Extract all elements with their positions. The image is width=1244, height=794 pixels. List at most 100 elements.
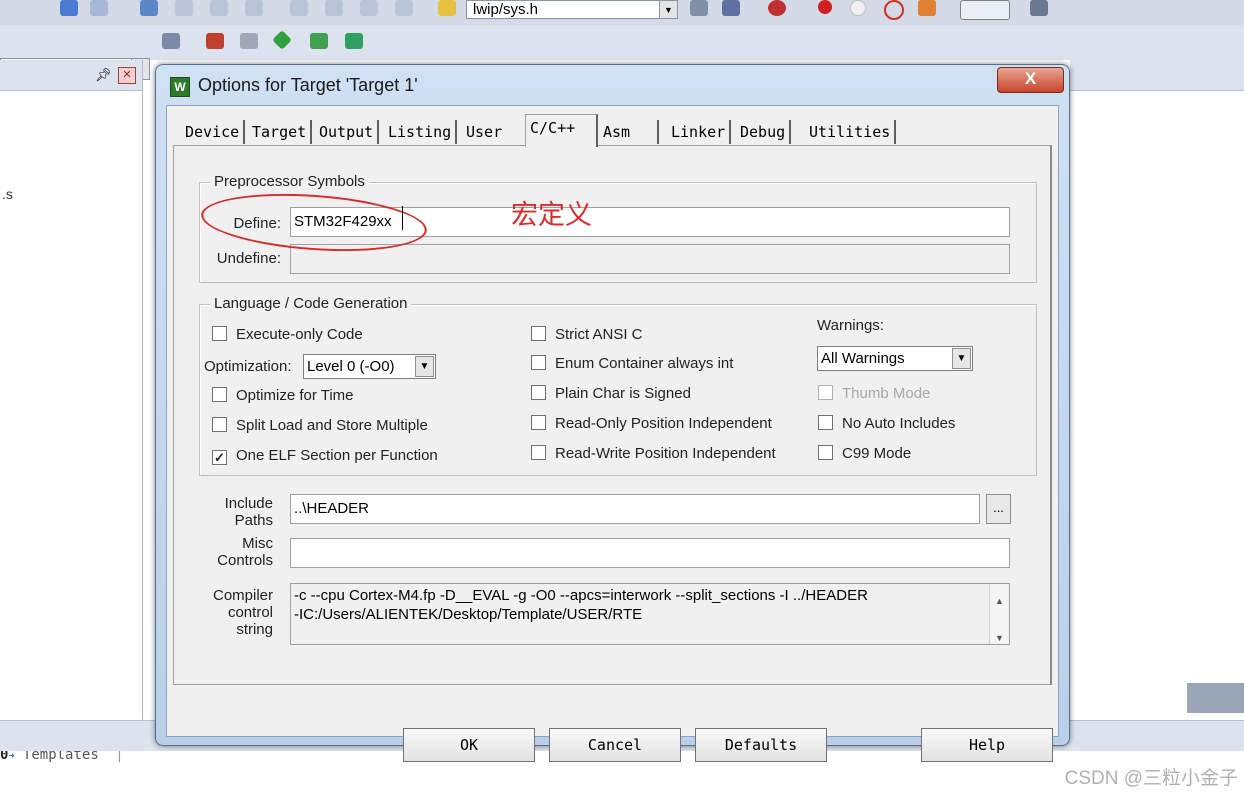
misc-controls-label-line2: Controls — [217, 552, 273, 569]
include-paths-label: Include Paths — [204, 495, 273, 529]
execute-only-checkbox[interactable] — [212, 326, 227, 341]
rw-pos-label: Read-Write Position Independent — [555, 445, 776, 462]
scroll-down-icon[interactable]: ▼ — [990, 629, 1009, 644]
select-packs-icon[interactable] — [272, 30, 292, 50]
forward-icon[interactable] — [90, 0, 108, 16]
optimize-time-checkbox[interactable] — [212, 387, 227, 402]
breakpoint-disabled-icon[interactable] — [850, 0, 866, 16]
ro-pos-checkbox-row[interactable]: Read-Only Position Independent — [531, 415, 772, 433]
close-button[interactable]: X — [997, 67, 1064, 93]
help-button[interactable]: Help — [921, 728, 1053, 762]
optimization-select[interactable]: Level 0 (-O0) ▼ — [303, 354, 436, 379]
manage-packs-icon[interactable] — [240, 33, 258, 49]
ok-button[interactable]: OK — [403, 728, 535, 762]
one-elf-checkbox[interactable]: ✓ — [212, 450, 227, 465]
plain-char-label: Plain Char is Signed — [555, 385, 691, 402]
back-icon[interactable] — [60, 0, 78, 16]
define-field[interactable]: STM32F429xx — [290, 207, 1010, 237]
one-elf-checkbox-row[interactable]: ✓ One ELF Section per Function — [212, 447, 438, 465]
breakpoint-kill-icon[interactable] — [884, 0, 904, 20]
defaults-button[interactable]: Defaults — [695, 728, 827, 762]
compiler-string-label-line1: Compiler — [212, 587, 273, 604]
editor-area — [1070, 60, 1244, 720]
keyboard-icon[interactable] — [1187, 683, 1244, 713]
debug-session-icon[interactable] — [768, 0, 786, 16]
indent-icon[interactable] — [290, 0, 308, 16]
tab-asm[interactable]: Asm — [599, 120, 659, 144]
tab-listing[interactable]: Listing — [384, 120, 458, 144]
scroll-up-icon[interactable]: ▲ — [990, 592, 1009, 611]
enum-container-label: Enum Container always int — [555, 355, 734, 372]
compiler-string-line2: -IC:/Users/ALIENTEK/Desktop/Template/USE… — [294, 606, 643, 623]
split-load-checkbox-row[interactable]: Split Load and Store Multiple — [212, 417, 428, 435]
compiler-string-label-line3: string — [236, 621, 273, 638]
tab-debug[interactable]: Debug — [736, 120, 792, 144]
compiler-string-scrollbar[interactable]: ▲ ▼ — [989, 584, 1009, 644]
warnings-select[interactable]: All Warnings ▼ — [817, 346, 973, 371]
strict-ansi-checkbox-row[interactable]: Strict ANSI C — [531, 326, 643, 344]
unindent-icon[interactable] — [325, 0, 343, 16]
tab-user[interactable]: User — [462, 120, 506, 144]
pack-installer-icon[interactable] — [345, 33, 363, 49]
manage-project-icon[interactable] — [206, 33, 224, 49]
comment-icon[interactable] — [360, 0, 378, 16]
incremental-find-icon[interactable] — [690, 0, 708, 16]
chevron-down-icon[interactable]: ▼ — [659, 1, 677, 18]
bookmark-clear-icon[interactable] — [245, 0, 263, 16]
include-paths-field[interactable]: ..\HEADER — [290, 494, 980, 524]
window-layout-icon[interactable] — [960, 0, 1010, 20]
split-load-checkbox[interactable] — [212, 417, 227, 432]
options-dialog: W Options for Target 'Target 1' X Device… — [155, 64, 1070, 762]
plain-char-checkbox[interactable] — [531, 385, 546, 400]
breakpoint-kill-all-icon[interactable] — [918, 0, 936, 16]
tab-linker[interactable]: Linker — [667, 120, 732, 144]
rw-pos-checkbox-row[interactable]: Read-Write Position Independent — [531, 445, 776, 463]
compiler-string-box[interactable]: -c --cpu Cortex-M4.fp -D__EVAL -g -O0 --… — [290, 583, 1010, 645]
ro-pos-checkbox[interactable] — [531, 415, 546, 430]
rw-pos-checkbox[interactable] — [531, 445, 546, 460]
undefine-field[interactable] — [290, 244, 1010, 274]
uncomment-icon[interactable] — [395, 0, 413, 16]
no-auto-includes-checkbox-row[interactable]: No Auto Includes — [818, 415, 955, 433]
chevron-down-icon[interactable]: ▼ — [952, 348, 971, 369]
tab-c-cpp[interactable]: C/C++ — [525, 114, 598, 147]
tab-utilities[interactable]: Utilities — [805, 120, 897, 144]
plain-char-checkbox-row[interactable]: Plain Char is Signed — [531, 385, 691, 403]
find-in-files-icon[interactable] — [438, 0, 456, 16]
misc-controls-field[interactable] — [290, 538, 1010, 568]
project-panel: 📌︎ ✕ .s 0➜ Templates | — [0, 60, 143, 763]
breakpoint-icon[interactable] — [818, 0, 832, 14]
dialog-title: Options for Target 'Target 1' — [198, 75, 418, 95]
execute-only-checkbox-row[interactable]: Execute-only Code — [212, 326, 363, 344]
optimization-value: Level 0 (-O0) — [307, 358, 395, 375]
project-panel-header: 📌︎ ✕ — [0, 60, 142, 91]
project-tree-item[interactable]: .s — [2, 186, 13, 202]
tab-target[interactable]: Target — [248, 120, 313, 144]
debug-icon[interactable] — [722, 0, 740, 16]
c99-mode-checkbox-row[interactable]: C99 Mode — [818, 445, 911, 463]
bookmark-prev-icon[interactable] — [175, 0, 193, 16]
c99-mode-label: C99 Mode — [842, 445, 912, 462]
compiler-string-label: Compiler control string — [204, 587, 273, 638]
cancel-button[interactable]: Cancel — [549, 728, 681, 762]
one-elf-label: One ELF Section per Function — [236, 447, 438, 464]
configure-icon[interactable] — [1030, 0, 1048, 16]
bookmark-icon[interactable] — [140, 0, 158, 16]
enum-container-checkbox[interactable] — [531, 355, 546, 370]
enum-container-checkbox-row[interactable]: Enum Container always int — [531, 355, 733, 373]
bookmark-next-icon[interactable] — [210, 0, 228, 16]
pin-icon[interactable]: 📌︎ — [95, 67, 112, 83]
target-options-icon[interactable] — [162, 33, 180, 49]
manage-rte-icon[interactable] — [310, 33, 328, 49]
find-combo[interactable]: lwip/sys.h ▼ — [466, 0, 678, 19]
close-icon[interactable]: ✕ — [118, 67, 136, 84]
no-auto-includes-checkbox[interactable] — [818, 415, 833, 430]
optimize-time-checkbox-row[interactable]: Optimize for Time — [212, 387, 354, 405]
tab-device[interactable]: Device — [181, 120, 246, 144]
include-paths-browse-button[interactable]: ... — [986, 494, 1011, 524]
chevron-down-icon[interactable]: ▼ — [415, 356, 434, 377]
strict-ansi-checkbox[interactable] — [531, 326, 546, 341]
misc-controls-label-line1: Misc — [242, 535, 273, 552]
c99-mode-checkbox[interactable] — [818, 445, 833, 460]
tab-output[interactable]: Output — [315, 120, 380, 144]
